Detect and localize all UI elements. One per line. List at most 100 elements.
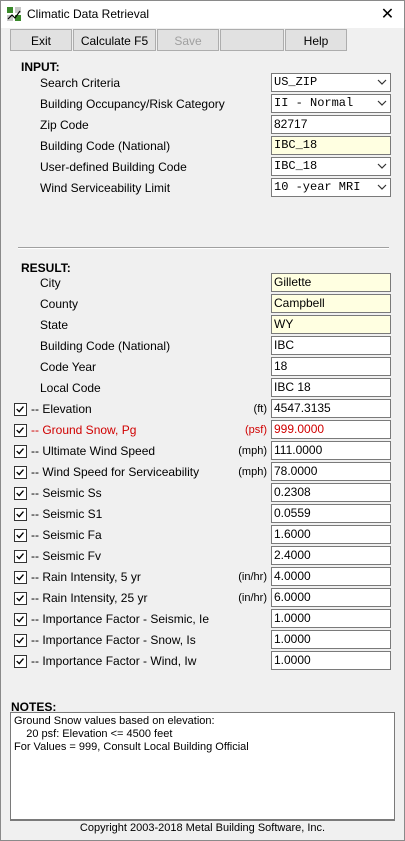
checkbox-importance-snow[interactable] [14, 634, 27, 647]
seismic-fa-field[interactable]: 1.6000 [271, 525, 391, 544]
zip-code-input[interactable]: 82717 [271, 115, 391, 134]
checkbox-seismic-fa[interactable] [14, 529, 27, 542]
help-button[interactable]: Help [285, 29, 347, 51]
checkbox-seismic-s1[interactable] [14, 508, 27, 521]
local-code-field[interactable]: IBC 18 [271, 378, 391, 397]
importance-snow-label: -- Importance Factor - Snow, Is [31, 633, 196, 647]
ultimate-wind-field[interactable]: 111.0000 [271, 441, 391, 460]
calculate-button[interactable]: Calculate F5 [73, 29, 156, 51]
ground-snow-unit: (psf) [245, 424, 267, 436]
chevron-down-icon [377, 100, 387, 106]
rain-25yr-label: -- Rain Intensity, 25 yr [31, 591, 148, 605]
checkmark-icon [16, 637, 24, 644]
elevation-label: -- Elevation [31, 402, 92, 416]
importance-snow-field[interactable]: 1.0000 [271, 630, 391, 649]
search-criteria-label: Search Criteria [40, 76, 121, 90]
result-heading: RESULT: [21, 261, 71, 275]
occupancy-label: Building Occupancy/Risk Category [40, 97, 225, 111]
climatic-data-window: Climatic Data Retrieval ✕ Exit Calculate… [0, 0, 405, 841]
notes-line: Ground Snow values based on elevation: [14, 715, 215, 727]
importance-seismic-field[interactable]: 1.0000 [271, 609, 391, 628]
rain-25yr-unit: (in/hr) [238, 592, 267, 604]
rain-25yr-field[interactable]: 6.0000 [271, 588, 391, 607]
seismic-ss-label: -- Seismic Ss [31, 486, 102, 500]
city-field: Gillette [271, 273, 391, 292]
checkmark-icon [16, 658, 24, 665]
notes-line: For Values = 999, Consult Local Building… [14, 741, 249, 753]
app-icon [6, 6, 22, 22]
checkbox-seismic-ss[interactable] [14, 487, 27, 500]
notes-box[interactable]: Ground Snow values based on elevation: 2… [10, 712, 395, 820]
checkbox-ground-snow[interactable] [14, 424, 27, 437]
seismic-fv-label: -- Seismic Fv [31, 549, 101, 563]
checkmark-icon [16, 469, 24, 476]
checkmark-icon [16, 427, 24, 434]
checkbox-elevation[interactable] [14, 403, 27, 416]
checkmark-icon [16, 511, 24, 518]
checkbox-rain-5yr[interactable] [14, 571, 27, 584]
city-label: City [40, 276, 61, 290]
wind-service-speed-unit: (mph) [238, 466, 267, 478]
search-criteria-value: US_ZIP [274, 75, 318, 89]
elevation-field[interactable]: 4547.3135 [271, 399, 391, 418]
wind-serviceability-select[interactable]: 10 -year MRI [271, 178, 391, 197]
rain-5yr-unit: (in/hr) [238, 571, 267, 583]
checkmark-icon [16, 532, 24, 539]
checkbox-seismic-fv[interactable] [14, 550, 27, 563]
section-divider [18, 247, 389, 249]
checkbox-importance-seismic[interactable] [14, 613, 27, 626]
importance-seismic-label: -- Importance Factor - Seismic, Ie [31, 612, 210, 626]
checkmark-icon [16, 574, 24, 581]
ground-snow-field[interactable]: 999.0000 [271, 420, 391, 439]
wind-service-speed-field[interactable]: 78.0000 [271, 462, 391, 481]
checkbox-ultimate-wind[interactable] [14, 445, 27, 458]
ultimate-wind-unit: (mph) [238, 445, 267, 457]
checkbox-rain-25yr[interactable] [14, 592, 27, 605]
elevation-unit: (ft) [253, 403, 267, 415]
seismic-s1-label: -- Seismic S1 [31, 507, 103, 521]
window-title: Climatic Data Retrieval [27, 7, 150, 21]
importance-wind-label: -- Importance Factor - Wind, Iw [31, 654, 197, 668]
copyright-footer: Copyright 2003-2018 Metal Building Softw… [10, 820, 395, 835]
result-building-code-field[interactable]: IBC [271, 336, 391, 355]
toolbar: Exit Calculate F5 Save Help [1, 28, 404, 54]
checkmark-icon [16, 553, 24, 560]
title-bar: Climatic Data Retrieval ✕ [1, 1, 404, 28]
user-building-code-select[interactable]: IBC_18 [271, 157, 391, 176]
seismic-ss-field[interactable]: 0.2308 [271, 483, 391, 502]
close-button[interactable]: ✕ [371, 1, 404, 28]
wind-serviceability-label: Wind Serviceability Limit [40, 181, 171, 195]
ultimate-wind-label: -- Ultimate Wind Speed [31, 444, 156, 458]
chevron-down-icon [377, 79, 387, 85]
building-code-field: IBC_18 [271, 136, 391, 155]
rain-5yr-field[interactable]: 4.0000 [271, 567, 391, 586]
checkmark-icon [16, 448, 24, 455]
occupancy-select[interactable]: II - Normal [271, 94, 391, 113]
seismic-s1-field[interactable]: 0.0559 [271, 504, 391, 523]
save-button[interactable]: Save [157, 29, 219, 51]
input-heading: INPUT: [21, 60, 60, 74]
seismic-fa-label: -- Seismic Fa [31, 528, 102, 542]
user-building-code-value: IBC_18 [274, 159, 318, 173]
wind-service-speed-label: -- Wind Speed for Serviceability [31, 465, 200, 479]
search-criteria-select[interactable]: US_ZIP [271, 73, 391, 92]
zip-code-label: Zip Code [40, 118, 89, 132]
county-field: Campbell [271, 294, 391, 313]
result-building-code-label: Building Code (National) [40, 339, 171, 353]
ground-snow-label: -- Ground Snow, Pg [31, 423, 137, 437]
chevron-down-icon [377, 184, 387, 190]
wind-serviceability-value: 10 -year MRI [274, 180, 361, 194]
seismic-fv-field[interactable]: 2.4000 [271, 546, 391, 565]
code-year-label: Code Year [40, 360, 97, 374]
checkbox-importance-wind[interactable] [14, 655, 27, 668]
importance-wind-field[interactable]: 1.0000 [271, 651, 391, 670]
checkbox-wind-serviceability[interactable] [14, 466, 27, 479]
exit-button[interactable]: Exit [10, 29, 72, 51]
checkmark-icon [16, 616, 24, 623]
blank-toolbar-button[interactable] [220, 29, 284, 51]
county-label: County [40, 297, 79, 311]
chevron-down-icon [377, 163, 387, 169]
user-building-code-label: User-defined Building Code [40, 160, 187, 174]
code-year-field[interactable]: 18 [271, 357, 391, 376]
local-code-label: Local Code [40, 381, 101, 395]
